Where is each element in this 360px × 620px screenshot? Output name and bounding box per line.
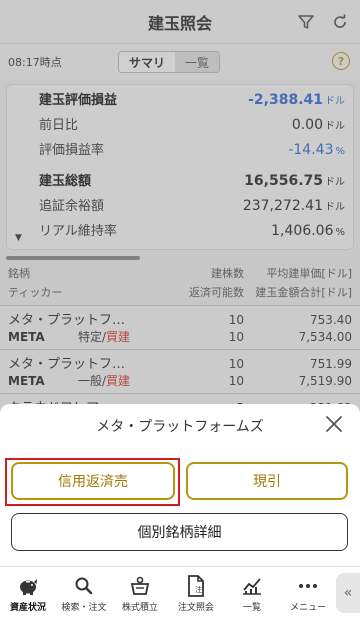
nav-label: メニュー bbox=[289, 603, 326, 613]
double-chevron-left-icon: « bbox=[343, 585, 353, 601]
more-icon bbox=[297, 575, 319, 597]
nav-search-order[interactable]: 検索・注文 bbox=[56, 567, 112, 620]
nav-label: 一覧 bbox=[242, 603, 261, 613]
bottom-nav: 資産状況 検索・注文 株式積立 注 注文照会 一覧 メニュー « bbox=[0, 566, 360, 620]
action-sheet: メタ・プラットフォームズ 信用返済売 現引 個別銘柄詳細 bbox=[0, 404, 360, 566]
nav-accumulate[interactable]: 株式積立 bbox=[112, 567, 168, 620]
nav-assets[interactable]: 資産状況 bbox=[0, 567, 56, 620]
collapse-nav-button[interactable]: « bbox=[336, 573, 360, 613]
nav-label: 資産状況 bbox=[9, 603, 46, 613]
svg-text:注: 注 bbox=[195, 585, 202, 594]
nav-label: 検索・注文 bbox=[61, 603, 107, 613]
nav-order-inquiry[interactable]: 注 注文照会 bbox=[168, 567, 224, 620]
search-icon bbox=[73, 575, 95, 597]
sheet-title: メタ・プラットフォームズ bbox=[96, 419, 264, 435]
delivery-button[interactable]: 現引 bbox=[186, 462, 348, 500]
basket-icon bbox=[129, 575, 151, 597]
margin-close-sell-button[interactable]: 信用返済売 bbox=[11, 462, 175, 500]
order-document-icon: 注 bbox=[185, 575, 207, 597]
close-icon[interactable] bbox=[322, 412, 346, 436]
piggy-bank-icon bbox=[17, 575, 39, 597]
nav-list[interactable]: 一覧 bbox=[224, 567, 280, 620]
nav-label: 注文照会 bbox=[177, 603, 214, 613]
chart-icon bbox=[241, 575, 263, 597]
stock-detail-button[interactable]: 個別銘柄詳細 bbox=[11, 513, 348, 551]
nav-label: 株式積立 bbox=[121, 603, 158, 613]
nav-menu[interactable]: メニュー bbox=[280, 567, 336, 620]
